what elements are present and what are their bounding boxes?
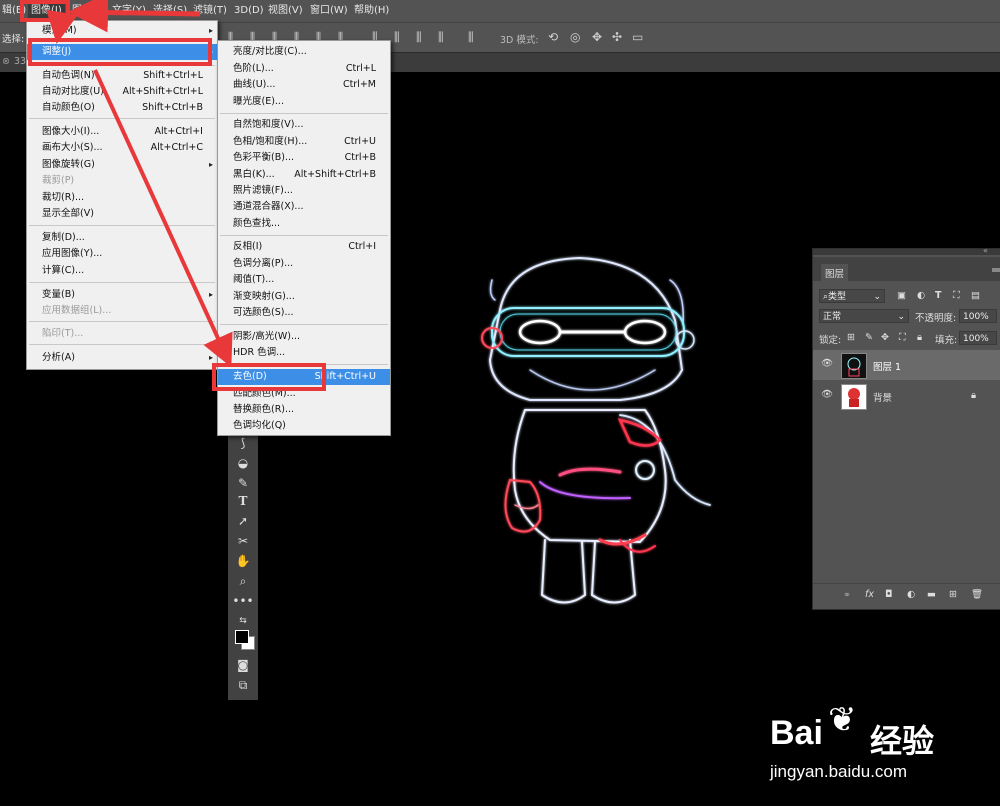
paw-icon: ❦ — [828, 700, 857, 740]
3d-drag-icon[interactable]: ✥ — [592, 30, 602, 44]
layer-thumbnail — [841, 384, 867, 410]
menu-item-label: 替换颜色(R)... — [233, 404, 295, 415]
fill-label: 填充: — [935, 335, 958, 346]
lock-artboard-icon[interactable]: ⛶ — [899, 332, 906, 343]
distribute-bottom-icon[interactable]: ⫼ — [416, 30, 422, 45]
annotation-arrow — [46, 9, 78, 44]
adjustment-layer-icon[interactable]: ◐ — [907, 589, 915, 600]
shape-tool-icon[interactable]: ✂ — [228, 534, 258, 548]
lock-pixels-icon[interactable]: ✎ — [865, 332, 873, 343]
watermark-brand-a: Bai — [770, 714, 823, 752]
distribute-left-icon[interactable]: ⫼ — [438, 30, 444, 45]
layer-row[interactable]: 👁︎ 图层 1 — [813, 350, 1000, 380]
zoom-tool-icon[interactable]: ⌕ — [228, 574, 258, 589]
type-tool-icon[interactable]: T — [228, 494, 258, 508]
layer-name[interactable]: 背景 — [873, 390, 892, 404]
history-brush-tool-icon[interactable]: ⟆ — [228, 436, 258, 450]
3d-slide-icon[interactable]: ✣ — [612, 30, 622, 44]
smudge-tool-icon[interactable]: ◒ — [228, 456, 258, 470]
watermark-url: jingyan.baidu.com — [770, 762, 908, 781]
layer-filter-select[interactable]: ⌕类型 ⌄ — [819, 289, 885, 303]
filter-smart-object-icon[interactable]: ▤ — [971, 290, 980, 301]
layers-bottom-bar: ⚭ fx ◘ ◐ ▬ ⊞ 🗑︎ — [813, 583, 1000, 610]
filter-pixel-icon[interactable]: ▣ — [897, 290, 906, 301]
menu-item-equalize[interactable]: 色调均化(Q) — [218, 418, 390, 434]
add-mask-icon[interactable]: ◘ — [885, 589, 893, 600]
layer-row[interactable]: 👁︎ 背景 🔒︎ — [813, 381, 1000, 411]
new-layer-icon[interactable]: ⊞ — [949, 589, 957, 600]
new-group-icon[interactable]: ▬ — [927, 589, 936, 600]
chevron-down-icon: ⌄ — [873, 292, 881, 302]
lock-all-icon[interactable]: 🔒︎ — [917, 332, 922, 343]
mode-3d-label: 3D 模式: — [500, 35, 539, 46]
3d-camera-icon[interactable]: ▭ — [632, 30, 643, 44]
collapse-icon[interactable]: « — [983, 246, 988, 255]
filter-adjustment-icon[interactable]: ◐ — [917, 290, 925, 301]
filter-shape-icon[interactable]: ⛶ — [953, 290, 960, 301]
layer-thumbnail — [841, 353, 867, 379]
layer-thumbnail-art — [848, 388, 860, 407]
filter-type-icon[interactable]: T — [935, 290, 941, 301]
menu-item-label: 色调均化(Q) — [233, 420, 286, 431]
3d-roll-icon[interactable]: ◎ — [570, 30, 580, 44]
opacity-label: 不透明度: — [915, 313, 957, 324]
opacity-input[interactable]: 100% — [959, 309, 997, 323]
blend-mode-select[interactable]: 正常 ⌄ — [819, 309, 909, 323]
tools-panel: ⟆ ◒ ✎ T ➚ ✂ ✋ ⌕ ••• ⇆ ◙ ⧉ — [228, 420, 258, 700]
layer-name[interactable]: 图层 1 — [873, 359, 901, 373]
more-tools-icon[interactable]: ••• — [228, 594, 258, 608]
swap-colors-icon[interactable]: ⇆ — [228, 616, 258, 626]
quick-mask-icon[interactable]: ◙ — [228, 658, 258, 672]
screen-mode-icon[interactable]: ⧉ — [228, 678, 258, 693]
menu-item-replace-color[interactable]: 替换颜色(R)... — [218, 402, 390, 418]
layer-thumbnail-art — [847, 357, 861, 377]
canvas-artwork — [481, 256, 711, 604]
eye-icon[interactable]: 👁︎ — [821, 358, 833, 369]
blend-mode-value: 正常 — [823, 312, 842, 322]
annotation-arrow — [93, 69, 233, 368]
baidu-jingyan-watermark: Bai ❦ 经验 jingyan.baidu.com — [770, 692, 990, 792]
layer-filter-value: 类型 — [828, 292, 847, 302]
foreground-color-swatch[interactable] — [235, 630, 249, 644]
layers-panel: « 图层 ⌕类型 ⌄ ▣ ◐ T ⛶ ▤ 正常 ⌄ 不透明度: 100% 锁定: ⊞… — [812, 246, 1000, 610]
panel-top-bar — [813, 249, 1000, 255]
pen-tool-icon[interactable]: ✎ — [228, 476, 258, 490]
lock-transparent-icon[interactable]: ⊞ — [847, 332, 855, 343]
annotation-arrows — [46, 0, 233, 368]
fx-icon[interactable]: fx — [865, 589, 874, 600]
hand-tool-icon[interactable]: ✋ — [228, 554, 258, 568]
watermark-brand-b: 经验 — [870, 723, 935, 759]
delete-layer-icon[interactable]: 🗑︎ — [971, 589, 983, 600]
distribute-center-icon[interactable]: ⫼ — [468, 30, 474, 45]
lock-position-icon[interactable]: ✥ — [881, 332, 889, 343]
fill-input[interactable]: 100% — [959, 331, 997, 345]
lock-label: 锁定: — [819, 335, 842, 346]
3d-rotate-icon[interactable]: ⟲ — [548, 30, 558, 44]
annotation-arrow — [68, 0, 201, 33]
chevron-down-icon: ⌄ — [897, 312, 905, 322]
panel-menu-icon[interactable] — [992, 268, 1000, 272]
eye-icon[interactable]: 👁︎ — [821, 389, 833, 400]
lock-icon: 🔒︎ — [971, 390, 977, 401]
link-layers-icon[interactable]: ⚭ — [843, 590, 851, 601]
layers-tab[interactable]: 图层 — [821, 264, 849, 282]
path-select-tool-icon[interactable]: ➚ — [228, 514, 258, 528]
